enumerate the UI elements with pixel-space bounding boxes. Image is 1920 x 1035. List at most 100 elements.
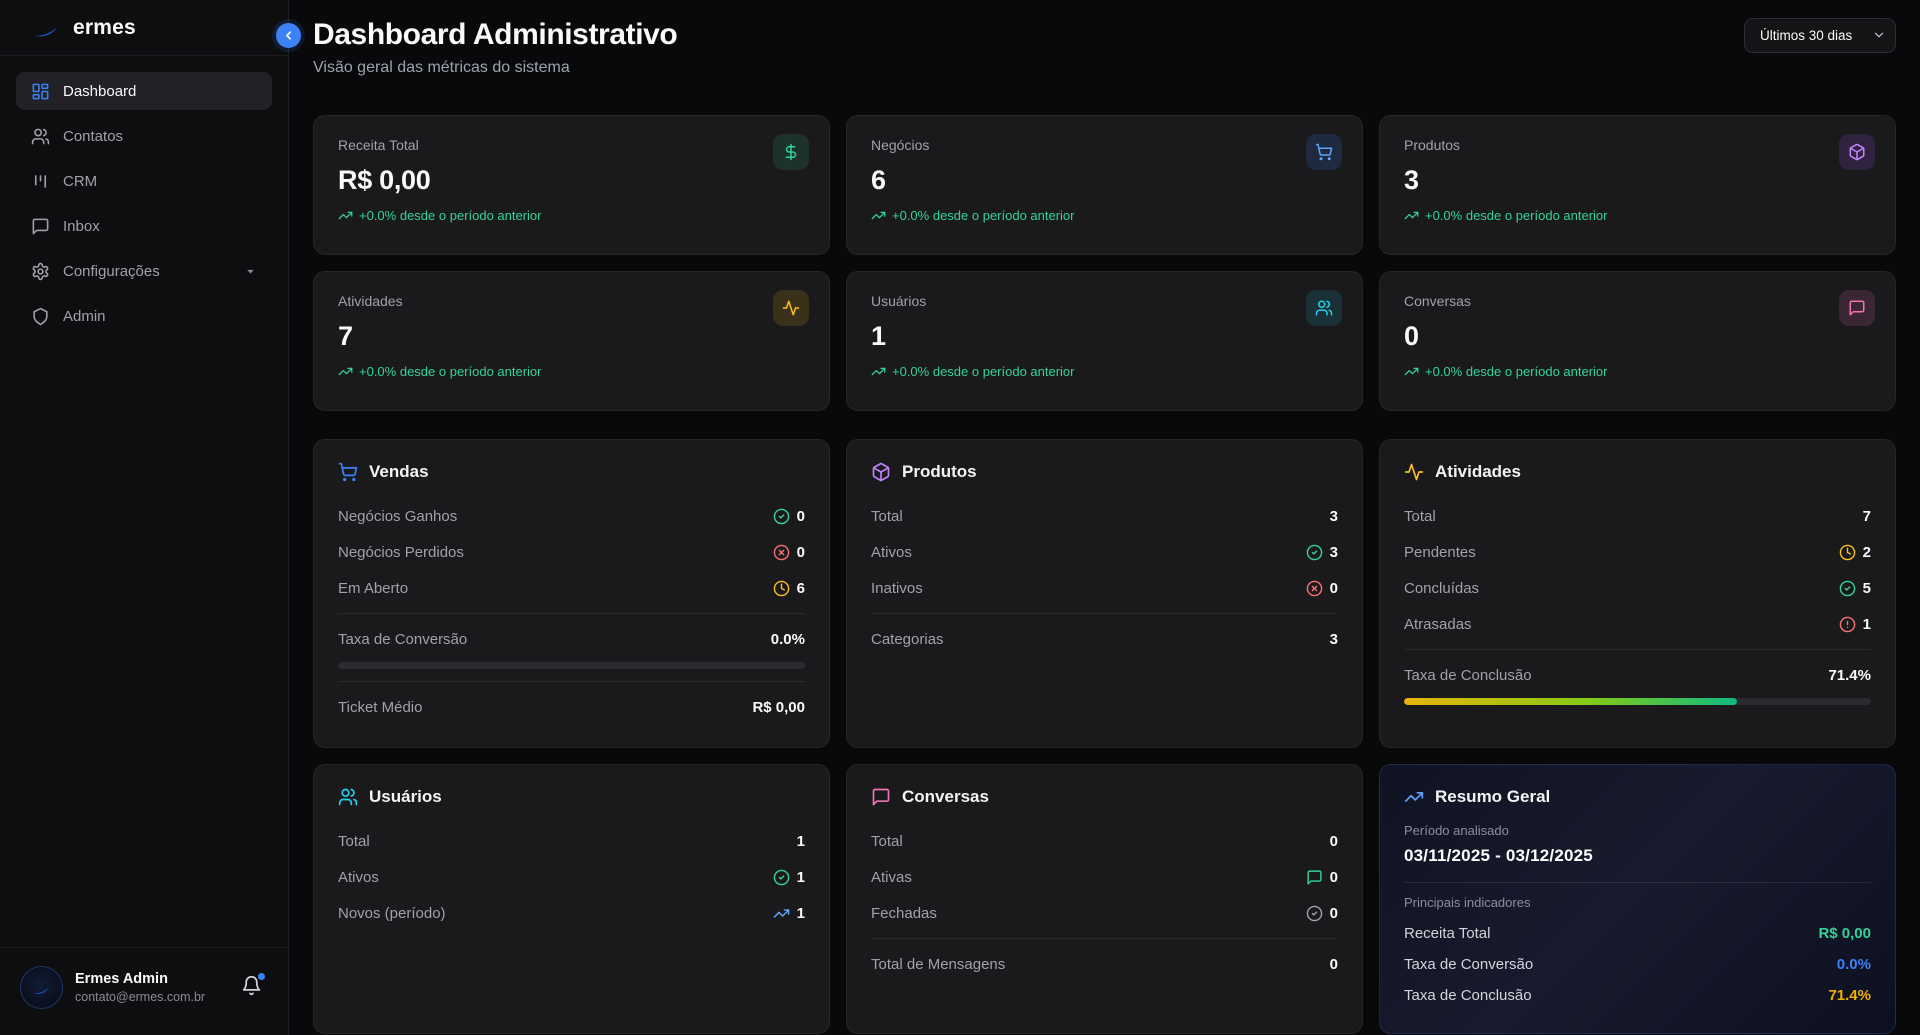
trending-up-icon [1404,787,1424,807]
activity-icon-tile [773,290,809,326]
avatar [20,966,63,1009]
stat-label: Atividades [338,293,805,309]
panels-grid: Vendas Negócios Ganhos 0 Negócios Perdid… [313,439,1896,1034]
stat-card-negocios: Negócios 6 +0.0% desde o período anterio… [846,115,1363,255]
trending-up-icon [773,905,790,922]
conversion-row: Taxa de Conversão 0.0% [338,621,805,657]
check-circle-icon [1839,580,1856,597]
stat-row: Total 3 [871,498,1338,534]
chevron-left-icon [282,29,295,42]
stat-delta: +0.0% desde o período anterior [338,364,805,379]
wing-avatar-icon [30,979,54,997]
period-select[interactable]: Últimos 30 dias [1744,18,1896,53]
message-square-icon [1306,869,1323,886]
sidebar-collapse-button[interactable] [276,23,301,48]
divider [871,938,1338,939]
conclusion-progress-fill [1404,698,1737,705]
panel-title: Resumo Geral [1435,787,1550,807]
panel-header: Vendas [338,462,805,482]
sidebar-item-inbox[interactable]: Inbox [16,207,272,245]
brand-name: ermes [73,16,136,40]
stat-card-usuarios: Usuários 1 +0.0% desde o período anterio… [846,271,1363,411]
trending-up-icon [871,364,886,379]
main-content: Dashboard Administrativo Visão geral das… [289,0,1920,1035]
stat-row: Atrasadas 1 [1404,606,1871,642]
activity-icon [1404,462,1424,482]
sidebar-item-contatos[interactable]: Contatos [16,117,272,155]
stat-row: Total 7 [1404,498,1871,534]
conclusion-row: Taxa de Conclusão 71.4% [1404,657,1871,693]
shopping-cart-icon [338,462,358,482]
notifications-button[interactable] [241,975,262,1001]
panel-produtos: Produtos Total 3 Ativos 3 Inativos [846,439,1363,748]
trending-up-icon [1404,208,1419,223]
stat-label: Receita Total [338,137,805,153]
stat-row: Negócios Perdidos 0 [338,534,805,570]
stat-value: 1 [871,321,1338,352]
x-circle-icon [1306,580,1323,597]
indicator-row: Taxa de Conclusão 71.4% [1404,980,1871,1011]
kanban-icon [31,172,50,191]
stat-row: Total 1 [338,823,805,859]
message-square-icon [1848,299,1866,317]
stat-delta: +0.0% desde o período anterior [871,208,1338,223]
sidebar-item-configuracoes[interactable]: Configurações [16,252,272,290]
stat-row: Total de Mensagens 0 [871,946,1338,982]
check-circle-icon [1306,905,1323,922]
sidebar-nav: Dashboard Contatos CRM Inbox Configuraçõ… [0,56,288,342]
stat-row: Ativas 0 [871,859,1338,895]
dollar-icon [782,143,800,161]
sidebar-item-label: Configurações [63,263,160,280]
stat-row: Ativos 3 [871,534,1338,570]
dollar-icon-tile [773,134,809,170]
stat-value: 6 [871,165,1338,196]
panel-conversas: Conversas Total 0 Ativas 0 Fechadas [846,764,1363,1034]
shopping-cart-icon-tile [1306,134,1342,170]
stat-row: Categorias 3 [871,621,1338,657]
stat-delta: +0.0% desde o período anterior [871,364,1338,379]
dashboard-grid-icon [31,82,50,101]
stat-value: R$ 0,00 [338,165,805,196]
package-icon [871,462,891,482]
users-icon [31,127,50,146]
activity-icon [782,299,800,317]
stat-card-produtos: Produtos 3 +0.0% desde o período anterio… [1379,115,1896,255]
sidebar-item-admin[interactable]: Admin [16,297,272,335]
trending-up-icon [338,208,353,223]
indicator-row: Receita Total R$ 0,00 [1404,918,1871,949]
stat-label: Produtos [1404,137,1871,153]
stat-row: Pendentes 2 [1404,534,1871,570]
conclusion-progress-track [1404,698,1871,705]
period-analyzed-value: 03/11/2025 - 03/12/2025 [1404,846,1871,866]
clock-icon [773,580,790,597]
sidebar-item-crm[interactable]: CRM [16,162,272,200]
stat-label: Negócios [871,137,1338,153]
stat-card-receita-total: Receita Total R$ 0,00 +0.0% desde o perí… [313,115,830,255]
stat-delta: +0.0% desde o período anterior [338,208,805,223]
panel-vendas: Vendas Negócios Ganhos 0 Negócios Perdid… [313,439,830,748]
panel-header: Usuários [338,787,805,807]
indicators-label: Principais indicadores [1404,895,1871,910]
check-circle-icon [773,508,790,525]
sidebar-item-dashboard[interactable]: Dashboard [16,72,272,110]
conversion-progress-track [338,662,805,669]
ticket-row: Ticket Médio R$ 0,00 [338,689,805,725]
divider [871,613,1338,614]
users-icon [1315,299,1333,317]
stat-delta: +0.0% desde o período anterior [1404,208,1871,223]
divider [1404,649,1871,650]
sidebar-item-label: Admin [63,308,106,325]
stat-label: Usuários [871,293,1338,309]
panel-title: Vendas [369,462,429,482]
brand-logo[interactable]: ermes [0,0,288,56]
stat-row: Negócios Ganhos 0 [338,498,805,534]
divider [338,613,805,614]
wing-logo-icon [30,15,64,41]
trending-up-icon [1404,364,1419,379]
panel-title: Atividades [1435,462,1521,482]
alert-circle-icon [1839,616,1856,633]
user-profile[interactable]: Ermes Admin contato@ermes.com.br [0,947,288,1035]
indicator-row: Taxa de Conversão 0.0% [1404,949,1871,980]
panel-header: Resumo Geral [1404,787,1871,807]
sidebar-item-label: CRM [63,173,97,190]
